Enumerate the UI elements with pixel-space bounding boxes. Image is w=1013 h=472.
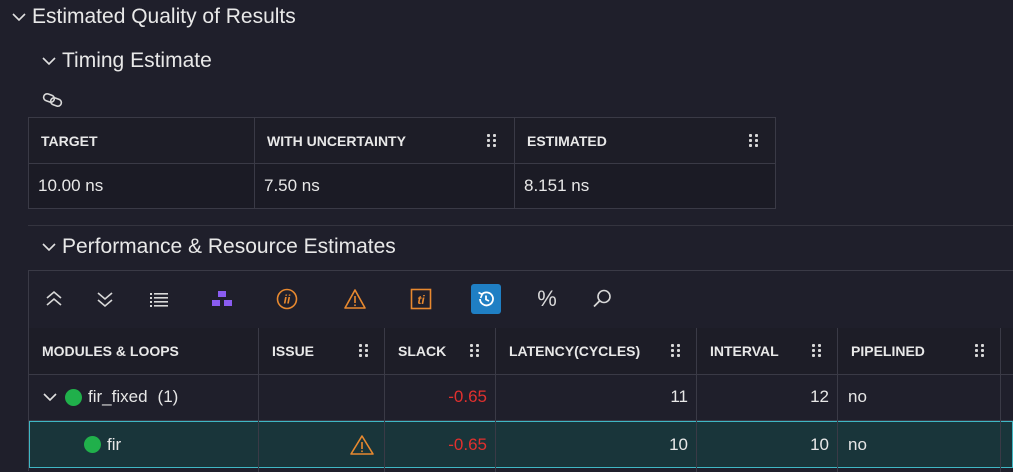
module-name[interactable]: fir_fixed — [88, 387, 148, 407]
table-row[interactable]: fir_fixed (1) -0.65 11 12 no — [29, 374, 1013, 421]
perf-table-header: MODULES & LOOPS ISSUE SLACK LATENCY(CYCL… — [29, 328, 1013, 375]
module-cell: fir_fixed (1) — [41, 374, 256, 420]
drag-handle-icon[interactable] — [470, 344, 480, 358]
search-icon[interactable] — [588, 285, 616, 313]
perf-toolbar: ii ti % — [29, 271, 1013, 329]
drag-handle-icon[interactable] — [975, 344, 985, 358]
status-ok-icon — [84, 436, 101, 453]
ii-icon[interactable]: ii — [273, 285, 301, 313]
column-header-pipelined[interactable]: PIPELINED — [851, 328, 971, 374]
section-header-timing[interactable]: Timing Estimate — [40, 48, 212, 74]
perf-table: ii ti % MODULES & LOOPS ISSUE SLACK LATE… — [28, 270, 1013, 472]
timing-table-header: TARGET WITH UNCERTAINTY ESTIMATED — [29, 118, 775, 164]
slack-value: -0.65 — [448, 387, 487, 406]
latency-value: 10 — [669, 434, 688, 454]
column-divider — [837, 328, 838, 472]
slack-value: -0.65 — [448, 434, 487, 454]
pipelined-value: no — [848, 387, 867, 406]
expand-all-icon[interactable] — [91, 285, 119, 313]
collapse-all-icon[interactable] — [40, 285, 68, 313]
section-title: Estimated Quality of Results — [32, 5, 296, 28]
ti-icon[interactable]: ti — [407, 285, 435, 313]
drag-handle-icon[interactable] — [359, 344, 369, 358]
issue-warning-icon[interactable] — [349, 422, 377, 467]
chevron-down-icon[interactable] — [41, 388, 59, 406]
timing-value-target: 10.00 ns — [38, 175, 104, 195]
drag-handle-icon[interactable] — [812, 344, 822, 358]
hierarchy-icon[interactable] — [208, 285, 236, 313]
column-header-with-uncertainty[interactable]: WITH UNCERTAINTY — [255, 118, 515, 163]
module-cell: fir — [84, 422, 264, 467]
latency-value: 11 — [670, 387, 688, 406]
table-row-selected[interactable]: fir -0.65 10 10 no — [29, 421, 1013, 468]
interval-value: 12 — [810, 387, 829, 406]
column-header-interval[interactable]: INTERVAL — [710, 328, 810, 374]
warning-icon[interactable] — [341, 285, 369, 313]
svg-text:ti: ti — [417, 293, 425, 307]
column-header-target[interactable]: TARGET — [29, 118, 255, 163]
section-title: Performance & Resource Estimates — [62, 235, 396, 258]
interval-value: 10 — [810, 434, 829, 454]
section-header-perf[interactable]: Performance & Resource Estimates — [40, 234, 396, 260]
module-count: (1) — [157, 387, 179, 406]
svg-text:ii: ii — [284, 293, 291, 307]
column-header-slack[interactable]: SLACK — [398, 328, 478, 374]
divider — [28, 225, 1013, 226]
link-icon[interactable] — [42, 91, 64, 109]
column-header-latency[interactable]: LATENCY(CYCLES) — [509, 328, 669, 374]
column-divider — [514, 118, 515, 208]
column-header-issue[interactable]: ISSUE — [272, 328, 372, 374]
drag-handle-icon[interactable] — [487, 134, 497, 148]
section-header-quality[interactable]: Estimated Quality of Results — [10, 4, 296, 30]
drag-handle-icon[interactable] — [671, 344, 681, 358]
column-header-modules-loops[interactable]: MODULES & LOOPS — [42, 328, 257, 374]
column-divider — [258, 328, 259, 472]
list-view-icon[interactable] — [145, 285, 173, 313]
timing-value-estimated: 8.151 ns — [524, 175, 590, 195]
column-divider — [495, 328, 496, 472]
status-ok-icon — [65, 388, 82, 406]
column-divider — [254, 118, 255, 208]
chevron-down-icon[interactable] — [10, 8, 28, 26]
section-title: Timing Estimate — [62, 49, 212, 72]
chevron-down-icon[interactable] — [40, 238, 58, 256]
timing-table: TARGET WITH UNCERTAINTY ESTIMATED 10.00 … — [28, 117, 776, 209]
percent-icon[interactable]: % — [533, 285, 561, 313]
column-divider — [1000, 328, 1001, 472]
column-divider — [384, 328, 385, 472]
drag-handle-icon[interactable] — [749, 134, 759, 148]
module-name[interactable]: fir — [107, 435, 121, 455]
pipelined-value: no — [848, 434, 867, 454]
chevron-down-icon[interactable] — [40, 52, 58, 70]
column-header-estimated[interactable]: ESTIMATED — [515, 118, 775, 163]
timing-value-with-uncertainty: 7.50 ns — [264, 175, 320, 195]
history-icon[interactable] — [471, 284, 501, 314]
column-divider — [696, 328, 697, 472]
